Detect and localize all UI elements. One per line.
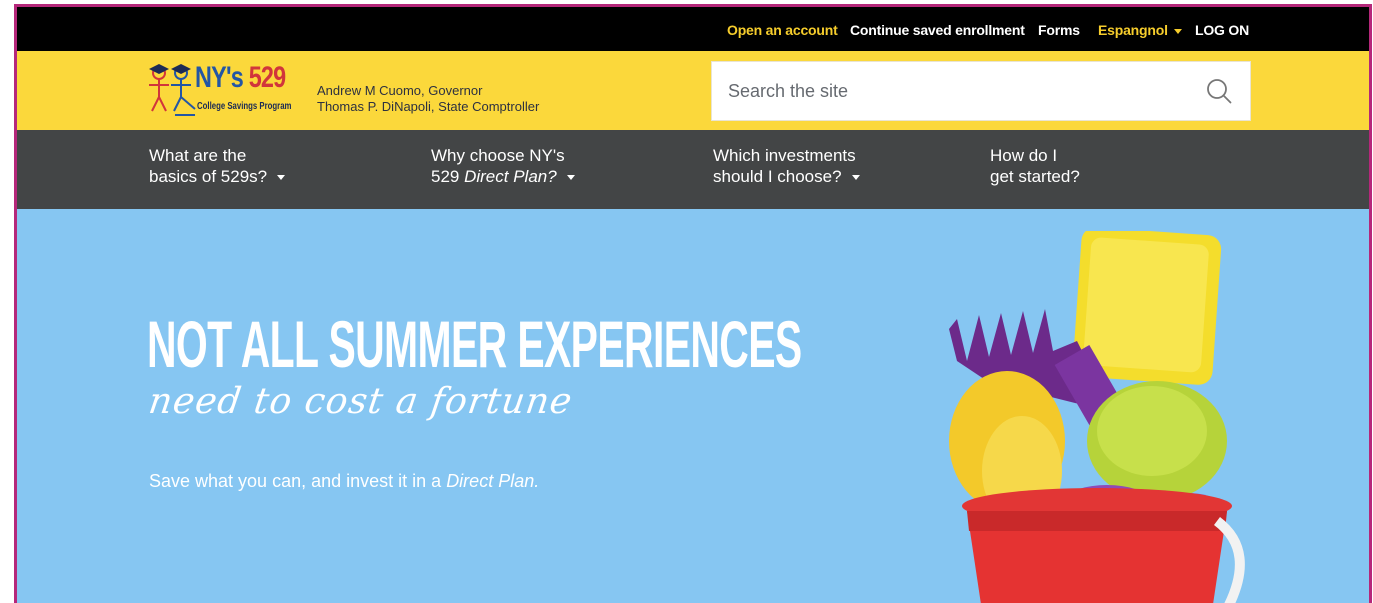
- search-input[interactable]: [728, 62, 1188, 120]
- language-dropdown[interactable]: Espangnol: [1098, 22, 1182, 38]
- continue-enrollment-link[interactable]: Continue saved enrollment: [850, 22, 1025, 38]
- chevron-down-icon: [277, 175, 286, 181]
- officials-text: Andrew M Cuomo, Governor Thomas P. DiNap…: [317, 83, 539, 115]
- stick-figures-icon: [149, 64, 196, 116]
- chevron-down-icon: [566, 175, 575, 181]
- site-header: NY's 529 College Savings Program Andrew …: [17, 51, 1369, 130]
- language-label: Espangnol: [1098, 22, 1168, 38]
- main-nav: What are the basics of 529s? Why choose …: [17, 130, 1369, 209]
- governor-text: Andrew M Cuomo, Governor: [317, 83, 483, 98]
- chevron-down-icon: [851, 175, 860, 181]
- search-icon[interactable]: [1206, 78, 1232, 109]
- site-logo[interactable]: NY's 529 College Savings Program: [145, 61, 300, 123]
- logo-subtitle: College Savings Program: [197, 101, 292, 112]
- comptroller-text: Thomas P. DiNapoli, State Comptroller: [317, 99, 540, 114]
- hero-banner: NOT ALL SUMMER EXPERIENCES need to cost …: [17, 209, 1369, 603]
- hero-headline: NOT ALL SUMMER EXPERIENCES: [147, 307, 802, 381]
- forms-link[interactable]: Forms: [1038, 22, 1080, 38]
- nav-item-basics[interactable]: What are the basics of 529s?: [149, 145, 286, 187]
- hero-tagline: need to cost a fortune: [146, 381, 576, 422]
- logo-title: NY's 529: [195, 61, 286, 94]
- page-frame: Open an account Continue saved enrollmen…: [14, 4, 1372, 603]
- nav-item-get-started[interactable]: How do I get started?: [990, 145, 1080, 187]
- logon-link[interactable]: LOG ON: [1195, 22, 1249, 38]
- search-box: [711, 61, 1251, 121]
- open-account-link[interactable]: Open an account: [727, 22, 838, 38]
- utility-bar: Open an account Continue saved enrollmen…: [17, 7, 1369, 51]
- hero-subtext: Save what you can, and invest it in a Di…: [149, 471, 540, 491]
- chevron-down-icon: [1173, 28, 1182, 34]
- nav-item-investments[interactable]: Which investments should I choose?: [713, 145, 860, 187]
- nav-item-why-choose[interactable]: Why choose NY's 529 Direct Plan?: [431, 145, 575, 187]
- beach-toys-illustration: [949, 231, 1245, 603]
